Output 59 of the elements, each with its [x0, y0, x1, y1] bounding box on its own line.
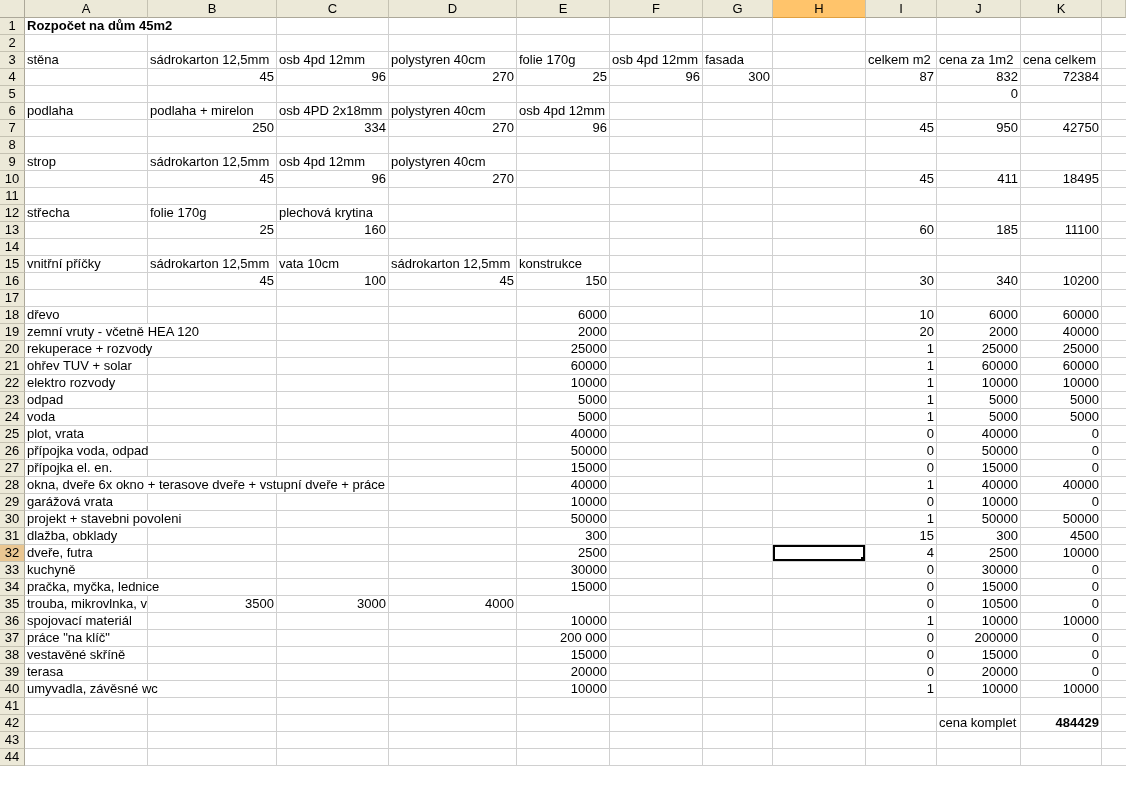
row-header[interactable]: 3	[0, 52, 25, 69]
row-header[interactable]: 44	[0, 749, 25, 766]
row-header[interactable]: 15	[0, 256, 25, 273]
row-header[interactable]: 39	[0, 664, 25, 681]
row-header[interactable]: 8	[0, 137, 25, 154]
column-header[interactable]: I	[866, 0, 937, 18]
row-header[interactable]: 42	[0, 715, 25, 732]
row-header[interactable]: 24	[0, 409, 25, 426]
column-header[interactable]: K	[1021, 0, 1102, 18]
row-header[interactable]: 38	[0, 647, 25, 664]
table-cell: trouba, mikrovlnka, v	[25, 596, 148, 613]
row-header[interactable]: 9	[0, 154, 25, 171]
row-header[interactable]: 2	[0, 35, 25, 52]
selected-cell[interactable]	[773, 545, 866, 562]
row-header[interactable]: 32	[0, 545, 25, 562]
row-header[interactable]: 25	[0, 426, 25, 443]
column-header[interactable]: A	[25, 0, 148, 18]
row-header[interactable]: 40	[0, 681, 25, 698]
row-header[interactable]: 26	[0, 443, 25, 460]
column-header[interactable]: B	[148, 0, 277, 18]
row-header[interactable]: 4	[0, 69, 25, 86]
row-header[interactable]: 27	[0, 460, 25, 477]
column-header[interactable]: F	[610, 0, 703, 18]
row-header[interactable]: 41	[0, 698, 25, 715]
row-header[interactable]: 20	[0, 341, 25, 358]
column-header[interactable]: J	[937, 0, 1021, 18]
row-header[interactable]: 23	[0, 392, 25, 409]
row-header[interactable]: 16	[0, 273, 25, 290]
row-header[interactable]: 18	[0, 307, 25, 324]
row-header[interactable]: 12	[0, 205, 25, 222]
row-header[interactable]: 37	[0, 630, 25, 647]
row-header[interactable]: 43	[0, 732, 25, 749]
row-header[interactable]: 1	[0, 18, 25, 35]
row-header[interactable]: 17	[0, 290, 25, 307]
row-header[interactable]: 21	[0, 358, 25, 375]
column-header[interactable]	[1102, 0, 1126, 18]
row-header[interactable]: 28	[0, 477, 25, 494]
row-header[interactable]: 5	[0, 86, 25, 103]
row-header[interactable]: 6	[0, 103, 25, 120]
column-header[interactable]: G	[703, 0, 773, 18]
row-header[interactable]: 29	[0, 494, 25, 511]
row-header[interactable]: 30	[0, 511, 25, 528]
row-header[interactable]: 34	[0, 579, 25, 596]
row-header[interactable]: 36	[0, 613, 25, 630]
row-header[interactable]: 33	[0, 562, 25, 579]
row-header[interactable]: 19	[0, 324, 25, 341]
column-header[interactable]: C	[277, 0, 389, 18]
row-header[interactable]: 22	[0, 375, 25, 392]
row-header[interactable]: 35	[0, 596, 25, 613]
row-header[interactable]: 11	[0, 188, 25, 205]
row-header[interactable]: 7	[0, 120, 25, 137]
column-header[interactable]: E	[517, 0, 610, 18]
row-header[interactable]: 13	[0, 222, 25, 239]
column-header[interactable]: D	[389, 0, 517, 18]
row-header[interactable]: 14	[0, 239, 25, 256]
column-header[interactable]: H	[773, 0, 866, 18]
row-header[interactable]: 10	[0, 171, 25, 188]
select-all-corner[interactable]	[0, 0, 25, 18]
row-header[interactable]: 31	[0, 528, 25, 545]
